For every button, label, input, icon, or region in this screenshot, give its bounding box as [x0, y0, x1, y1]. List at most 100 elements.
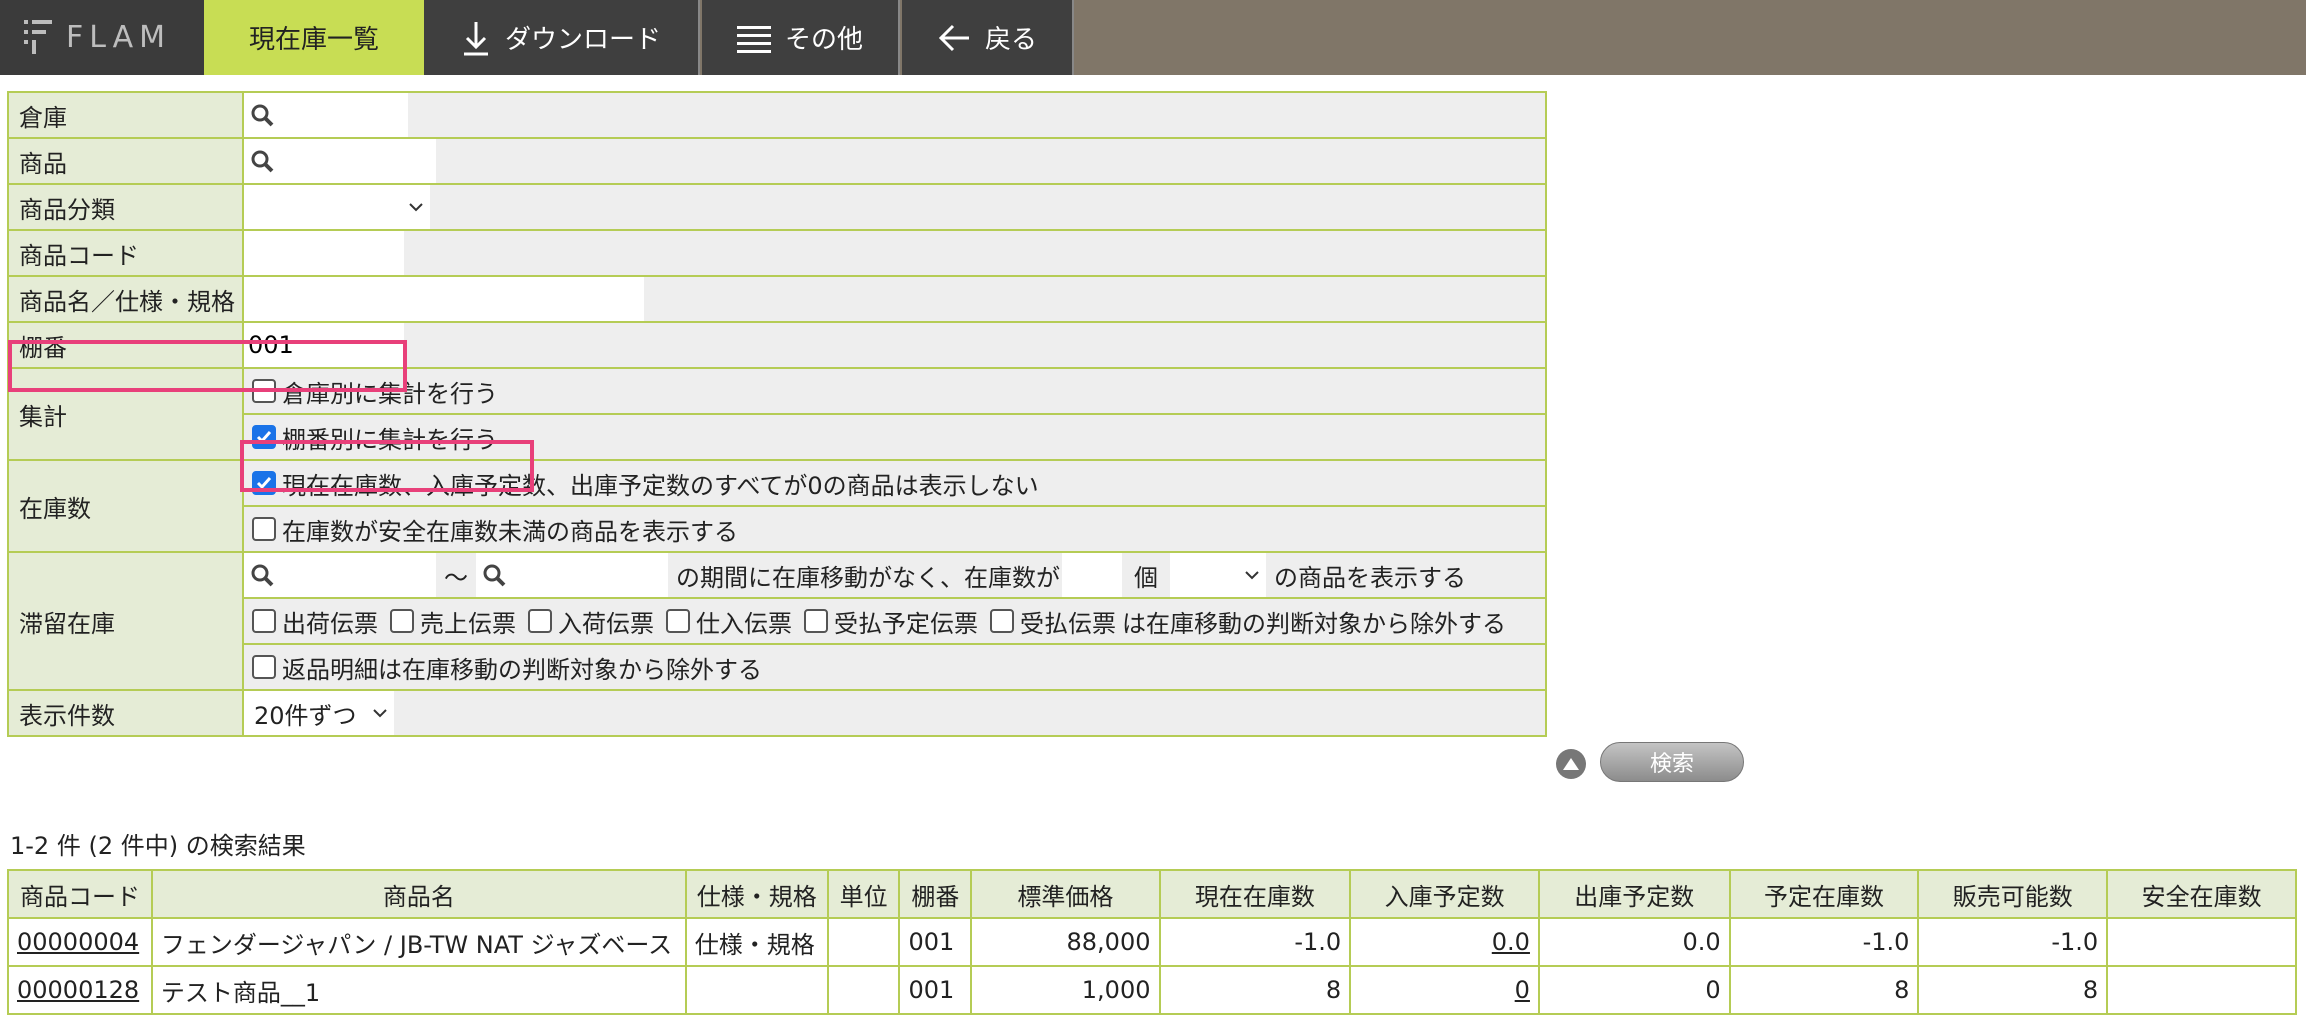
arrow-left-icon — [938, 24, 969, 51]
stagnant-label: 滞留在庫 — [7, 551, 244, 691]
display-count-value: 20件ずつ — [254, 701, 357, 730]
slip-transfer-label: 受払伝票 — [1020, 609, 1116, 638]
warehouse-field[interactable] — [274, 95, 402, 135]
code-label: 商品コード — [7, 229, 244, 277]
period-to-input[interactable] — [476, 553, 668, 597]
shelf-input[interactable] — [244, 323, 404, 367]
slip-arrival-label: 入荷伝票 — [558, 609, 654, 638]
agg-warehouse-checkbox[interactable] — [252, 379, 276, 403]
other-label: その他 — [784, 25, 863, 55]
stock-label: 在庫数 — [7, 459, 244, 553]
row-warehouse: 倉庫 — [7, 91, 1547, 139]
slip-arrival-checkbox[interactable] — [528, 609, 552, 633]
col-header-code[interactable]: 商品コード — [7, 869, 153, 919]
category-label: 商品分類 — [7, 183, 244, 231]
display-count-select[interactable]: 20件ずつ — [244, 691, 394, 735]
results-table: 商品コード 商品名 仕様・規格 単位 棚番 標準価格 現在在庫数 入庫予定数 出… — [7, 869, 2297, 1015]
other-menu-button[interactable]: その他 — [702, 0, 900, 75]
slip-purchase-checkbox[interactable] — [666, 609, 690, 633]
search-button[interactable]: 検索 — [1600, 742, 1744, 782]
cell-available: 8 — [1917, 965, 2109, 1015]
show-text: の商品を表示する — [1274, 563, 1466, 592]
name-label: 商品名／仕様・規格 — [7, 275, 244, 323]
check-icon — [256, 431, 272, 444]
table-row: 00000004 フェンダージャパン / JB-TW NAT ジャズベース 仕様… — [7, 917, 2297, 967]
row-stagnant-1: 滞留在庫 〜 の期間に在庫移動がなく、在庫数が 個 の商品を表示する — [7, 551, 1547, 691]
chevron-down-icon — [373, 709, 387, 718]
category-select[interactable] — [244, 185, 430, 229]
product-code-link[interactable]: 00000128 — [17, 976, 139, 1004]
col-header-incoming[interactable]: 入庫予定数 — [1349, 869, 1540, 919]
cell-shelf: 001 — [898, 965, 973, 1015]
code-input[interactable] — [244, 231, 404, 275]
product-code-link[interactable]: 00000004 — [17, 928, 139, 956]
chevron-down-icon — [1245, 571, 1259, 580]
row-stock-1: 在庫数 現在在庫数、入庫予定数、出庫予定数のすべてが0の商品は表示しない — [7, 459, 1547, 553]
slip-shipping-checkbox[interactable] — [252, 609, 276, 633]
col-header-price[interactable]: 標準価格 — [970, 869, 1161, 919]
col-header-shelf[interactable]: 棚番 — [898, 869, 973, 919]
stock-qty-input[interactable] — [1062, 553, 1122, 597]
col-header-available[interactable]: 販売可能数 — [1917, 869, 2109, 919]
period-from-input[interactable] — [244, 553, 436, 597]
warehouse-input[interactable] — [244, 93, 408, 137]
slip-planned-transfer-checkbox[interactable] — [804, 609, 828, 633]
row-aggregate-1: 集計 倉庫別に集計を行う — [7, 367, 1547, 461]
cell-price: 1,000 — [970, 965, 1161, 1015]
flam-logo[interactable]: FLAM — [0, 0, 204, 75]
agg-shelf-checkbox[interactable] — [252, 425, 276, 449]
qty-compare-select[interactable] — [1170, 553, 1266, 597]
return-exclude-checkbox[interactable] — [252, 655, 276, 679]
row-name: 商品名／仕様・規格 — [7, 275, 1547, 323]
stock-qty-field[interactable] — [1062, 555, 1120, 595]
tab-current-stock-list[interactable]: 現在庫一覧 — [204, 0, 424, 75]
shelf-field[interactable] — [244, 325, 402, 365]
period-text: の期間に在庫移動がなく、在庫数が — [676, 563, 1060, 592]
search-icon — [483, 564, 506, 587]
cell-outgoing: 0.0 — [1537, 917, 1731, 967]
slip-sales-checkbox[interactable] — [390, 609, 414, 633]
exclude-text: は在庫移動の判断対象から除外する — [1122, 609, 1506, 638]
product-label: 商品 — [7, 137, 244, 185]
col-header-spec[interactable]: 仕様・規格 — [684, 869, 829, 919]
menu-lines-icon — [736, 25, 771, 53]
collapse-toggle-button[interactable] — [1556, 749, 1586, 779]
col-header-safety-stock[interactable]: 安全在庫数 — [2106, 869, 2297, 919]
row-display-count: 表示件数 20件ずつ — [7, 689, 1547, 737]
col-header-planned-stock[interactable]: 予定在庫数 — [1728, 869, 1920, 919]
slip-transfer-checkbox[interactable] — [990, 609, 1014, 633]
cell-available: -1.0 — [1917, 917, 2109, 967]
search-icon — [251, 104, 274, 127]
back-button[interactable]: 戻る — [902, 0, 1074, 75]
search-icon — [251, 564, 274, 587]
results-header-row: 商品コード 商品名 仕様・規格 単位 棚番 標準価格 現在在庫数 入庫予定数 出… — [7, 869, 2297, 919]
hide-zero-checkbox[interactable] — [252, 471, 276, 495]
chevron-down-icon — [409, 203, 423, 212]
code-field[interactable] — [244, 233, 402, 273]
below-safety-checkbox[interactable] — [252, 517, 276, 541]
name-field[interactable] — [244, 279, 642, 319]
below-safety-label: 在庫数が安全在庫数未満の商品を表示する — [282, 517, 738, 546]
incoming-link[interactable]: 0 — [1515, 976, 1530, 1004]
incoming-link[interactable]: 0.0 — [1492, 928, 1530, 956]
name-input[interactable] — [244, 277, 644, 321]
col-header-current-stock[interactable]: 現在在庫数 — [1158, 869, 1352, 919]
check-icon — [256, 477, 272, 490]
logo-mark-icon — [24, 19, 52, 54]
product-field[interactable] — [274, 141, 432, 181]
row-category: 商品分類 — [7, 183, 1547, 231]
cell-current-stock: 8 — [1158, 965, 1352, 1015]
period-from-field[interactable] — [274, 555, 432, 595]
unit-text: 個 — [1134, 563, 1158, 592]
col-header-unit[interactable]: 単位 — [826, 869, 901, 919]
col-header-outgoing[interactable]: 出庫予定数 — [1537, 869, 1731, 919]
download-button[interactable]: ダウンロード — [424, 0, 700, 75]
display-count-label: 表示件数 — [7, 689, 244, 737]
col-header-name[interactable]: 商品名 — [150, 869, 687, 919]
logo-text: FLAM — [66, 20, 172, 55]
product-input[interactable] — [244, 139, 436, 183]
row-product: 商品 — [7, 137, 1547, 185]
period-to-field[interactable] — [506, 555, 664, 595]
slip-planned-transfer-label: 受払予定伝票 — [834, 609, 978, 638]
tilde-text: 〜 — [444, 563, 468, 592]
